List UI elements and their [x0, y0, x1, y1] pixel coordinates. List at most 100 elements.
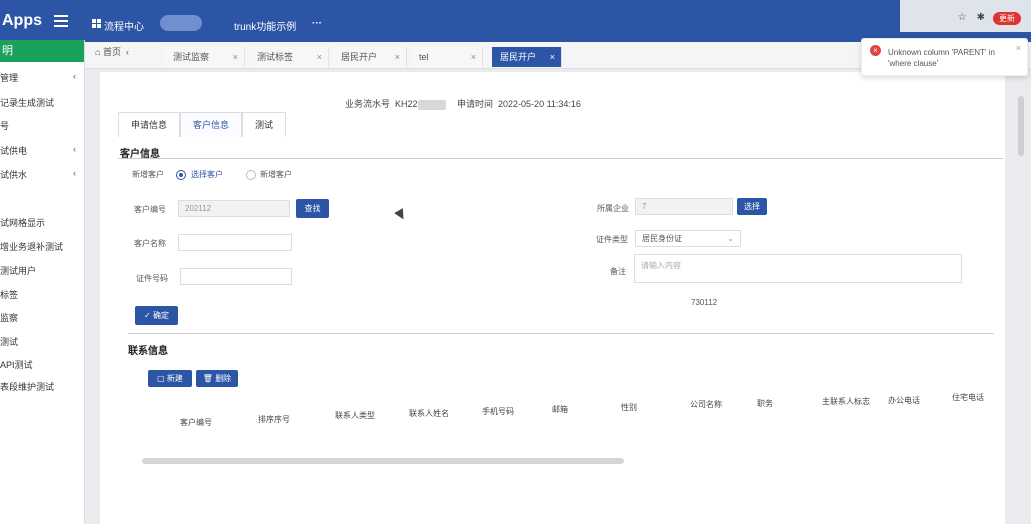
browser-update-button[interactable]: 更新 [993, 12, 1021, 25]
sidebar-item[interactable]: 表段维护测试 [0, 380, 82, 393]
tab-item[interactable]: 居民开户 × [333, 47, 407, 67]
sidebar-item[interactable]: API测试 [0, 358, 82, 371]
col-gender[interactable]: 性别 [621, 402, 637, 413]
radio-select-customer[interactable] [176, 170, 186, 180]
sidebar-item-label: 管理 [0, 73, 19, 83]
menu-toggle-icon[interactable] [54, 15, 68, 27]
customer-name-field[interactable] [178, 234, 292, 251]
sidebar-item[interactable]: 号 [0, 119, 82, 132]
id-type-select[interactable]: 居民身份证 ⌄ [635, 230, 741, 247]
tab-customer-info[interactable]: 客户信息 [180, 112, 243, 137]
error-toast: × Unknown column 'PARENT' in 'where clau… [861, 38, 1028, 76]
close-icon[interactable]: × [317, 47, 322, 67]
company-field[interactable]: 7 [635, 198, 733, 215]
sidebar-item[interactable]: 测试 [0, 335, 82, 348]
section-divider [118, 158, 1003, 159]
customer-no-label: 客户编号 [134, 205, 166, 214]
sidebar-item-label: 表段维护测试 [0, 382, 55, 392]
chevron-left-icon: ‹ [73, 144, 76, 154]
apply-time-value: 2022-05-20 11:34:16 [498, 99, 581, 109]
close-icon[interactable]: × [233, 47, 238, 67]
col-customer-no[interactable]: 客户编号 [180, 417, 212, 428]
grid-icon [92, 19, 101, 28]
blurred-nav-item[interactable] [160, 15, 202, 31]
home-tab[interactable]: ⌂ 首页 ‹ [95, 45, 129, 58]
sidebar-item[interactable]: 管理 ‹ [0, 71, 82, 84]
nav-trunk-demo[interactable]: trunk功能示例 [234, 18, 296, 33]
id-no-field[interactable] [180, 268, 292, 285]
sidebar-item[interactable]: 记录生成测试 [0, 96, 82, 109]
extension-icon[interactable]: ✱ [977, 12, 985, 23]
sidebar-item[interactable]: 标签 [0, 288, 82, 301]
browser-toolbar: ☆ ✱ ● 更新 [900, 0, 1031, 32]
col-contact-name[interactable]: 联系人姓名 [409, 408, 449, 419]
sidebar-header[interactable]: 明 [0, 40, 84, 62]
vertical-scrollbar[interactable] [1018, 96, 1024, 156]
sidebar-item-label: 测试 [0, 337, 19, 347]
chevron-left-icon: ‹ [73, 71, 76, 81]
tab-test[interactable]: 测试 [242, 112, 287, 137]
apply-time-label: 申请时间 [457, 99, 494, 109]
sidebar-item[interactable]: 试供电 ‹ [0, 144, 82, 157]
star-icon[interactable]: ☆ [958, 12, 967, 23]
sidebar-item[interactable]: 测试用户 [0, 264, 82, 277]
sidebar-item-label: 试供水 [0, 170, 28, 180]
nav-process-center[interactable]: 流程中心 [104, 18, 144, 33]
sidebar-item-label: 标签 [0, 290, 19, 300]
remark-textarea[interactable]: 请输入内容 [634, 254, 962, 283]
col-position[interactable]: 职务 [757, 398, 773, 409]
col-home-phone[interactable]: 住宅电话 [952, 392, 984, 403]
select-company-button[interactable]: 选择 [737, 198, 767, 215]
horizontal-scrollbar[interactable] [142, 458, 624, 464]
tab-item-active[interactable]: 居民开户 × [492, 47, 562, 67]
close-icon[interactable]: × [1016, 43, 1021, 53]
apply-time-info: 申请时间 2022-05-20 11:34:16 [457, 97, 581, 110]
sidebar: 明 管理 ‹ 记录生成测试 号 试供电 ‹ 试供水 ‹ 试网格显示 增业务退补测试 测… [0, 40, 85, 524]
chevron-down-icon: ⌄ [727, 234, 734, 243]
close-icon[interactable]: × [550, 47, 555, 67]
id-type-value: 居民身份证 [642, 234, 682, 243]
more-nav-icon[interactable]: ··· [312, 18, 322, 29]
sidebar-item[interactable]: 监察 [0, 311, 82, 324]
radio-new-customer[interactable] [246, 170, 256, 180]
serial-info: 业务流水号 KH22 [345, 97, 446, 110]
serial-label: 业务流水号 [345, 99, 391, 109]
company-label: 所属企业 [597, 204, 629, 213]
confirm-button[interactable]: ✓ 确定 [135, 306, 178, 325]
section-divider [128, 333, 994, 334]
col-office-phone[interactable]: 办公电话 [888, 395, 920, 406]
app-title[interactable]: Apps [2, 12, 42, 30]
sidebar-item[interactable]: 试网格显示 [0, 216, 82, 229]
col-primary-contact[interactable]: 主联系人标志 [822, 396, 870, 407]
contact-section-title: 联系信息 [128, 346, 168, 357]
col-mobile[interactable]: 手机号码 [482, 406, 514, 417]
tab-item[interactable]: tel × [411, 47, 483, 67]
col-sort-no[interactable]: 排序序号 [258, 414, 290, 425]
sidebar-item-label: 测试用户 [0, 266, 37, 276]
search-button[interactable]: 查找 [296, 199, 329, 218]
new-contact-button[interactable]: ▢ 新建 [148, 370, 192, 387]
customer-no-field[interactable]: 202112 [178, 200, 290, 217]
tab-apply-info[interactable]: 申请信息 [118, 112, 181, 137]
error-icon: × [870, 45, 881, 56]
id-type-label: 证件类型 [596, 235, 628, 244]
col-company-name[interactable]: 公司名称 [690, 399, 722, 410]
home-tab-label: 首页 [102, 47, 121, 57]
customer-name-label: 客户名称 [134, 239, 166, 248]
blurred-value [417, 99, 446, 110]
tab-label: 测试标签 [257, 52, 294, 62]
serial-value: KH22 [395, 99, 418, 109]
id-no-label: 证件号码 [136, 274, 168, 283]
close-icon[interactable]: × [395, 47, 400, 67]
sidebar-item[interactable]: 增业务退补测试 [0, 240, 82, 253]
col-contact-type[interactable]: 联系人类型 [335, 410, 375, 421]
tab-label: tel [419, 52, 429, 62]
tab-label: 居民开户 [500, 52, 537, 62]
tab-item[interactable]: 测试标签 × [249, 47, 329, 67]
tab-item[interactable]: 测试监察 × [165, 47, 245, 67]
close-icon[interactable]: × [471, 47, 476, 67]
sidebar-item[interactable]: 试供水 ‹ [0, 168, 82, 181]
delete-contact-button[interactable]: 🗑 删除 [196, 370, 238, 387]
tab-label: 测试监察 [173, 52, 210, 62]
col-email[interactable]: 邮箱 [552, 404, 568, 415]
